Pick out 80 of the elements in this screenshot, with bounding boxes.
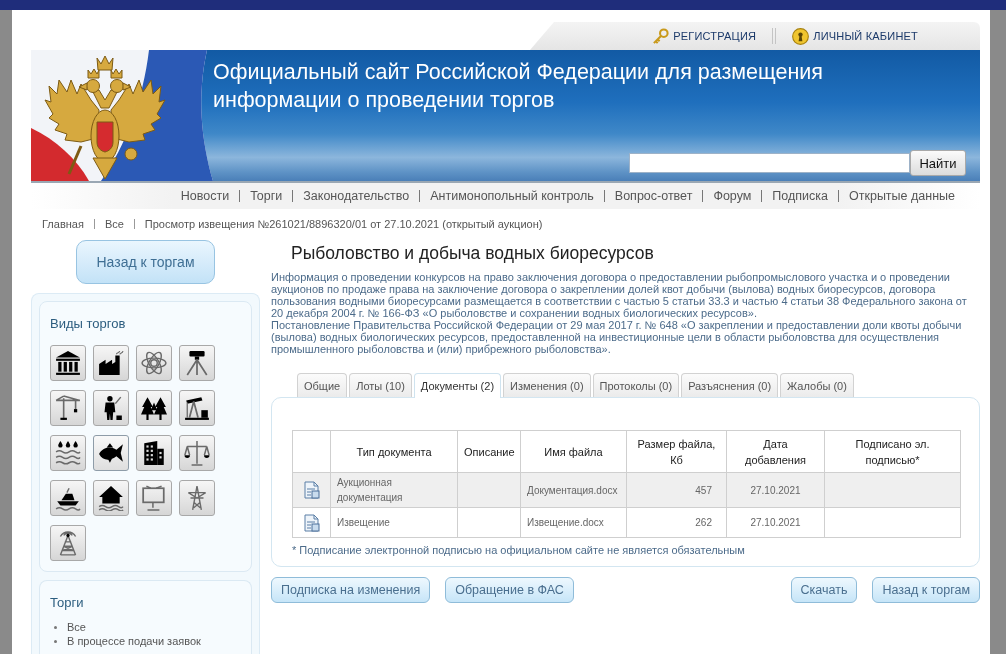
category-button[interactable] (50, 480, 86, 516)
site-title: Официальный сайт Российской Федерации для размещения информации о проведении торгов (213, 59, 824, 114)
action-button[interactable]: Скачать (790, 577, 858, 603)
column-header: Описание (457, 430, 521, 473)
category-button[interactable] (179, 390, 215, 426)
tab[interactable]: Изменения (0) (503, 373, 591, 397)
section-title: Виды торгов (50, 316, 127, 331)
category-button[interactable] (136, 435, 172, 471)
column-header: Имя файла (520, 430, 627, 473)
nav-link[interactable]: Торги (250, 189, 283, 203)
table-cell: Извещение.docx (520, 507, 627, 538)
nav-link[interactable]: Вопрос-ответ (614, 189, 693, 203)
bullet-icon (54, 625, 57, 629)
breadcrumb-current: Просмотр извещения №261021/8896320/01 от 27.10.2021 (открытый аукцион) (144, 217, 543, 230)
column-header: Подписано эл. подписью* (824, 430, 961, 473)
action-button[interactable]: Назад к торгам (872, 577, 980, 603)
info-paragraph: Постановление Правительства Российской Федерации от 29 мая 2017 г. № 648 «О закреплении и предоставлении доли квоты добычи (вылова) водных биологических ресурсов, предоставленной на инвестиционные цели в области рыболовства для осуществления промышленного рыболовства и (или) прибрежного рыболовства». (271, 319, 963, 355)
tripod-icon (184, 350, 210, 376)
table-cell: 457 (626, 472, 727, 508)
factory-icon (98, 350, 124, 376)
category-button[interactable] (93, 435, 129, 471)
column-header: Тип документа (330, 430, 458, 473)
breadcrumb-link[interactable]: Главная (42, 217, 84, 230)
action-button[interactable]: Обращение в ФАС (445, 577, 574, 603)
table-cell: Аукционная документация (330, 472, 458, 508)
bullet-icon (54, 639, 57, 643)
tab[interactable]: Документы (2) (413, 373, 502, 398)
section-title: Торги (50, 595, 85, 610)
category-button[interactable] (50, 435, 86, 471)
category-button[interactable] (50, 345, 86, 381)
category-button[interactable] (136, 390, 172, 426)
info-paragraph: Информация о проведении конкурсов на право заключения договора о предоставлении рыбопромыслового участка и о проведении аукционов по продаже права на заключение договора о закреплении долей квот добычи (вылова) водных биоресурсов, договора пользования водными биоресурсами размещается в соответствии с частью 5 статьи 33.3 и частью 4 статьи 38 Федерального закона от 20 декабря 2004 г. № 166-ФЗ «О рыболовстве и сохранении водных биологических ресурсов». (271, 271, 968, 319)
nav-link[interactable]: Подписка (772, 189, 828, 203)
tab[interactable]: Разъяснения (0) (681, 373, 779, 397)
nav-link[interactable]: Новости (180, 189, 230, 203)
document-icon[interactable] (303, 481, 320, 499)
billboard-icon (141, 485, 167, 511)
column-header: Дата добавления (726, 430, 825, 473)
document-icon[interactable] (303, 513, 320, 532)
boat-icon (55, 485, 81, 511)
water-drops-icon (55, 440, 81, 466)
tab[interactable]: Жалобы (0) (780, 373, 854, 397)
keyhole-icon (792, 27, 810, 45)
category-button[interactable] (93, 480, 129, 516)
account-link[interactable]: ЛИЧНЫЙ КАБИНЕТ (792, 27, 918, 45)
category-button[interactable] (93, 345, 129, 381)
key-icon (652, 27, 670, 45)
table-cell: Документация.docx (520, 472, 627, 508)
table-cell: Извещение (330, 507, 458, 538)
category-button[interactable] (179, 345, 215, 381)
action-button[interactable]: Подписка на изменения (271, 577, 431, 603)
oil-pump-icon (184, 395, 210, 421)
table-cell: 27.10.2021 (726, 507, 825, 538)
trees-icon (141, 395, 167, 421)
search-button[interactable]: Найти (910, 150, 966, 176)
nav-link[interactable]: Антимонопольный контроль (430, 189, 594, 203)
museum-icon (55, 350, 81, 376)
nav-link[interactable]: Форум (713, 189, 752, 203)
house-icon (98, 485, 124, 511)
atom-icon (141, 350, 167, 376)
table-cell: 262 (626, 507, 727, 538)
trade-link[interactable]: В процессе подачи заявок (67, 635, 201, 647)
search-field[interactable] (629, 153, 910, 173)
tab[interactable]: Лоты (10) (349, 373, 412, 397)
tab[interactable]: Протоколы (0) (592, 373, 680, 397)
column-header: Размер файла, Кб (626, 430, 727, 473)
nav-link[interactable]: Открытые данные (849, 189, 955, 203)
page-title: Рыболовство и добыча водных биоресурсов (291, 242, 655, 264)
trade-link[interactable]: Все (67, 621, 86, 633)
footnote: * Подписание электронной подписью на официальном сайте не является обязательным (292, 544, 746, 556)
crane-icon (55, 395, 81, 421)
tab[interactable]: Общие (297, 373, 348, 397)
breadcrumb-link[interactable]: Все (104, 217, 124, 230)
category-button[interactable] (93, 390, 129, 426)
scales-icon (184, 440, 210, 466)
back-button[interactable]: Назад к торгам (76, 240, 215, 284)
table-cell: 27.10.2021 (726, 472, 825, 508)
office-building-icon (141, 440, 167, 466)
nav-link[interactable]: Законодательство (303, 189, 410, 203)
register-link[interactable]: РЕГИСТРАЦИЯ (652, 27, 757, 45)
